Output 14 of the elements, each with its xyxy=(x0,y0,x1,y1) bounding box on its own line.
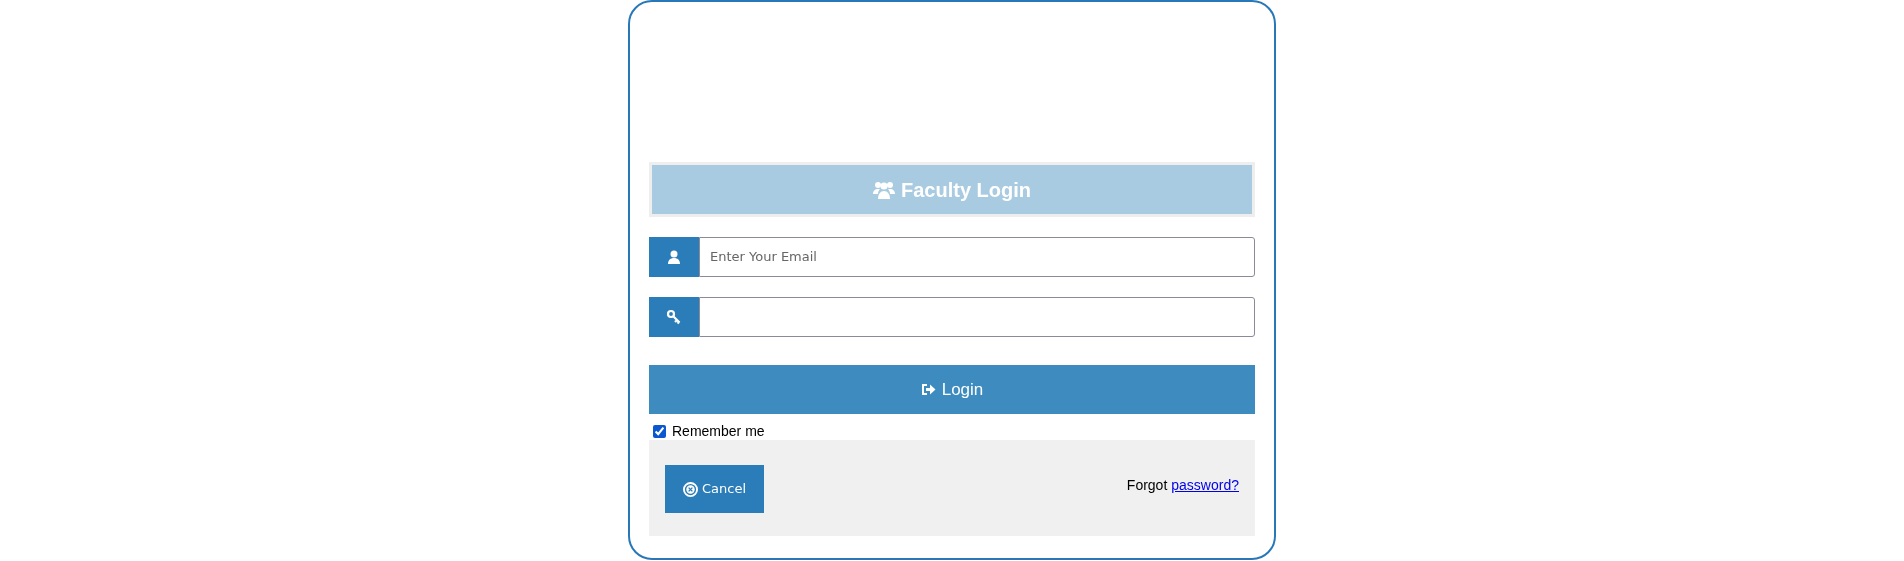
login-button[interactable]: Login xyxy=(649,365,1255,414)
close-icon xyxy=(682,481,698,497)
remember-label: Remember me xyxy=(672,421,765,441)
users-icon xyxy=(873,179,895,200)
forgot-text: Forgot xyxy=(1126,476,1168,495)
key-icon xyxy=(666,309,682,325)
cancel-button[interactable]: Cancel xyxy=(665,465,764,513)
password-field[interactable] xyxy=(699,297,1255,337)
remember-checkbox[interactable] xyxy=(653,424,666,438)
password-link[interactable]: password? xyxy=(1171,475,1239,496)
sign-in-icon xyxy=(920,383,936,396)
login-heading: Faculty Login xyxy=(649,162,1255,217)
user-icon xyxy=(668,250,680,264)
email-field[interactable]: Enter Your Email xyxy=(699,237,1255,277)
